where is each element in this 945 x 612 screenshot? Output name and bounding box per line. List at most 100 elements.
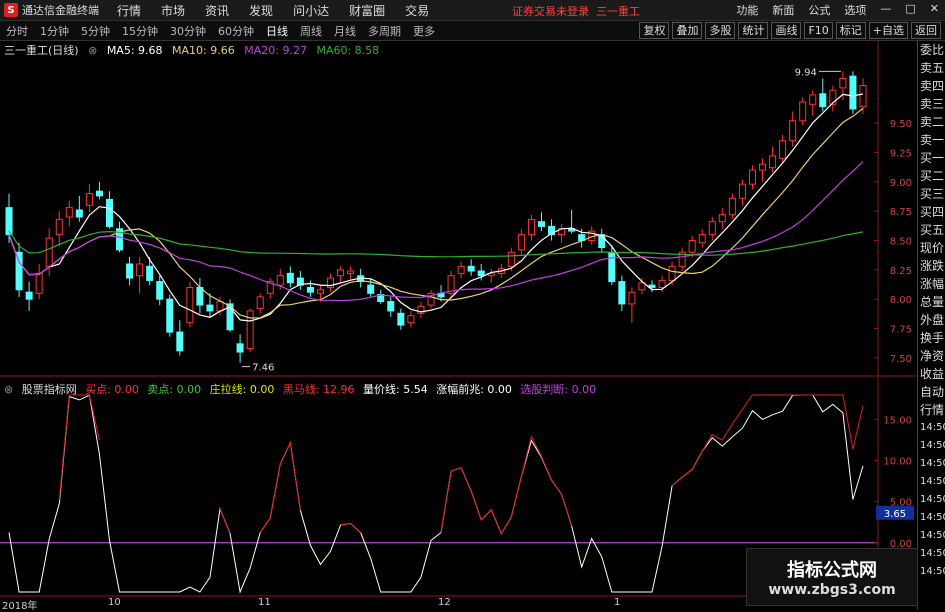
right-panel-item[interactable]: 买三 [918,185,945,203]
candle-body [779,140,787,159]
indicator-settings-icon[interactable]: ⊗ [4,383,13,396]
candle-body [306,286,314,293]
candle-body [85,193,93,206]
candle-body [407,315,415,324]
right-panel-item[interactable]: 换手 [918,329,945,347]
chart-area[interactable]: 9.50 9.25 9.00 8.75 8.50 8.25 8.00 7.75 7.50 9.9… [0,0,917,609]
price-tick-label: 8.25 [890,266,912,277]
right-panel-item[interactable]: 净资 [918,347,945,365]
right-panel-item[interactable]: 卖一 [918,131,945,149]
time-label-1: 1 [614,597,621,608]
time-label-11: 11 [258,597,271,608]
indicator-axis: 15.0010.005.000.003.65 [874,416,914,550]
ma-settings-icon[interactable]: ⊗ [88,44,97,57]
candle-body [25,291,33,300]
candle-body [387,301,395,312]
right-panel-item[interactable]: 买四 [918,203,945,221]
candle-body [507,251,515,267]
price-tick-label: 8.75 [890,207,912,218]
candle-body [789,120,797,142]
right-panel-item[interactable]: 收益 [918,365,945,383]
candle-body [608,251,616,283]
indicator-value-label: 3.65 [884,509,906,520]
candle-body [748,169,756,185]
right-info-panel: 委比 卖五 卖四 卖三 卖二 卖一 买一 买二 买三 买四 买五 现价 涨跌 涨幅 总量 外盘 换手 净资 收益 自动… [917,41,945,609]
price-tick-label: 9.00 [890,178,912,189]
candle-body [537,221,546,227]
right-panel-item[interactable]: 14:50 [918,455,945,473]
candle-body [75,209,83,218]
indicator-name: 股票指标网 [21,383,77,396]
right-panel-item[interactable]: 总量 [918,293,945,311]
time-label-10: 10 [108,597,121,608]
price-tick-label: 9.50 [890,119,912,130]
right-panel-item[interactable]: 14:50 [918,509,945,527]
candle-body [648,284,656,288]
right-panel-item[interactable]: 涨跌 [918,257,945,275]
ma-legend: 三一重工(日线) ⊗ MA5: 9.68 MA10: 9.66 MA20: 9.… [4,42,385,58]
indicator-darkhorse: 黑马线: 12.96 [282,383,355,396]
price-tick-label: 9.25 [890,148,912,159]
right-panel-item[interactable]: 卖五 [918,59,945,77]
stock-title: 三一重工(日线) [4,44,79,57]
dark-horse-line [671,394,864,487]
candle-body [105,198,114,227]
right-panel-item[interactable]: 行情 [918,401,945,419]
candle-body [688,240,696,253]
right-panel-item[interactable]: 14:50 [918,473,945,491]
candle-body [256,296,264,310]
candle-body [819,93,827,108]
candle-body [527,218,535,236]
candle-body [839,77,847,89]
right-panel-item[interactable]: 买五 [918,221,945,239]
right-panel-item[interactable]: 买二 [918,167,945,185]
right-panel-item[interactable]: 外盘 [918,311,945,329]
price-tick-label: 7.50 [890,354,912,365]
candle-body [236,343,244,353]
right-panel-item[interactable]: 14:50 [918,437,945,455]
candle-body [176,331,184,352]
right-panel-item[interactable]: 自动 [918,383,945,401]
right-panel-item[interactable]: 14:50 [918,419,945,437]
right-panel-item[interactable]: 14:50 [918,527,945,545]
candle-body [35,272,43,294]
candle-body [5,207,13,236]
price-axis: 9.50 9.25 9.00 8.75 8.50 8.25 8.00 7.75 7.50 [874,119,912,365]
candle-body [136,263,144,277]
candle-body [698,234,706,244]
right-panel-item[interactable]: 委比 [918,41,945,59]
candle-body [668,265,676,281]
right-panel-item[interactable]: 涨幅 [918,275,945,293]
right-panel-item[interactable]: 卖三 [918,95,945,113]
low-label: 7.46 [252,363,274,374]
close-icon[interactable]: ✕ [930,2,939,18]
candle-body [769,155,777,169]
price-tick-label: 8.00 [890,295,912,306]
candle-body [316,289,324,294]
ma5-value: MA5: 9.68 [106,44,163,57]
candle-body [658,279,666,288]
dark-horse-line [440,435,573,535]
right-panel-item[interactable]: 14:50 [918,563,945,581]
price-tick-label: 8.50 [890,237,912,248]
right-panel-item[interactable]: 现价 [918,239,945,257]
candle-body [156,281,164,300]
right-panel-item[interactable]: 14:50 [918,491,945,509]
right-panel-item[interactable]: 卖二 [918,113,945,131]
candle-body [55,218,63,236]
dark-horse-line [259,441,301,533]
ma10-value: MA10: 9.66 [172,44,235,57]
right-panel-item[interactable]: 14:50 [918,545,945,563]
candle-body [196,286,204,306]
candle-body [467,265,475,272]
candle-body [166,298,174,333]
right-panel-item[interactable]: 卖四 [918,77,945,95]
indicator-omen: 涨幅前兆: 0.00 [436,383,512,396]
right-panel-item[interactable]: 买一 [918,149,945,167]
watermark-title: 指标公式网 [787,560,877,581]
candle-body [45,237,53,267]
indicator-pull: 庄拉线: 0.00 [209,383,275,396]
dark-horse-line [58,394,100,500]
watermark: 指标公式网 www.zbgs3.com [746,548,918,606]
candle-body [718,214,726,223]
